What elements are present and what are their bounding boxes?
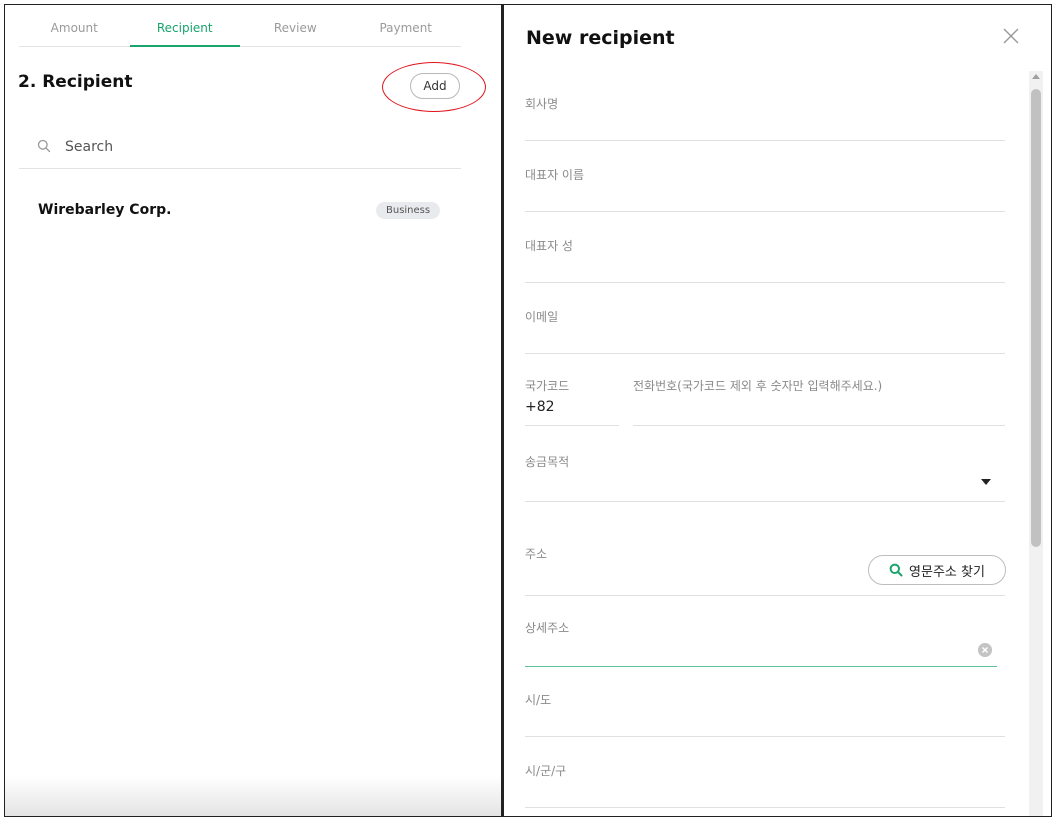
country-code-field[interactable]: 국가코드 +82 [525,369,619,426]
field-label: 대표자 성 [525,239,573,253]
search-input[interactable] [65,135,445,159]
find-address-label: 영문주소 찾기 [909,564,985,580]
email-input[interactable] [525,328,995,350]
recipient-list-item[interactable]: Wirebarley Corp. Business [19,195,461,229]
step-tabs: Amount Recipient Review Payment [19,5,461,47]
district-field: 시/군/구 [525,750,1005,808]
recipient-type-badge: Business [376,202,441,219]
recipient-panel: Amount Recipient Review Payment 2. Recip… [5,5,501,816]
city-input[interactable] [525,711,995,733]
purpose-select[interactable]: 송금목적 [525,445,1005,502]
search-icon [889,563,903,577]
address-detail-input[interactable] [525,641,965,663]
field-label: 상세주소 [525,621,570,635]
rep-last-name-field: 대표자 성 [525,227,1005,283]
find-address-button[interactable]: 영문주소 찾기 [868,555,1006,585]
company-name-field: 회사명 [525,85,1005,141]
recipient-name: Wirebarley Corp. [38,202,172,218]
search-bar [19,125,461,169]
field-label: 대표자 이름 [525,168,585,182]
field-label: 시/군/구 [525,764,567,778]
tab-review[interactable]: Review [240,5,351,46]
field-label: 회사명 [525,97,559,111]
clear-icon[interactable] [978,643,992,657]
tab-amount[interactable]: Amount [19,5,130,46]
dropdown-arrow-icon[interactable] [981,479,991,485]
phone-field: 전화번호(국가코드 제외 후 숫자만 입력해주세요.) [633,369,1005,426]
field-label: 시/도 [525,693,552,707]
country-code-value: +82 [525,399,555,415]
tab-payment[interactable]: Payment [351,5,462,46]
rep-first-name-field: 대표자 이름 [525,156,1005,212]
new-recipient-panel: New recipient 회사명 대표자 이름 대표자 성 이메일 국가코드 … [504,5,1051,816]
email-field: 이메일 [525,298,1005,354]
scrollbar[interactable] [1029,71,1043,816]
field-label: 국가코드 [525,379,570,393]
address-field: 주소 영문주소 찾기 [525,540,1006,596]
district-input[interactable] [525,782,995,804]
city-field: 시/도 [525,679,1005,737]
panel-title: New recipient [526,27,675,49]
field-label: 송금목적 [525,455,570,469]
scroll-up-arrow-icon[interactable] [1032,74,1040,79]
add-recipient-button[interactable]: Add [410,73,460,99]
bottom-fade [5,776,501,816]
address-detail-field: 상세주소 [525,609,997,667]
field-label: 전화번호(국가코드 제외 후 숫자만 입력해주세요.) [633,379,883,393]
rep-first-name-input[interactable] [525,186,995,208]
rep-last-name-input[interactable] [525,257,995,279]
phone-input[interactable] [633,397,993,419]
close-icon[interactable] [1000,25,1022,47]
tab-recipient[interactable]: Recipient [129,5,241,47]
field-label: 이메일 [525,310,559,324]
scrollbar-thumb[interactable] [1031,89,1041,547]
field-label: 주소 [525,547,548,561]
page-title: 2. Recipient [18,72,133,92]
search-icon [37,139,51,153]
company-name-input[interactable] [525,115,995,137]
